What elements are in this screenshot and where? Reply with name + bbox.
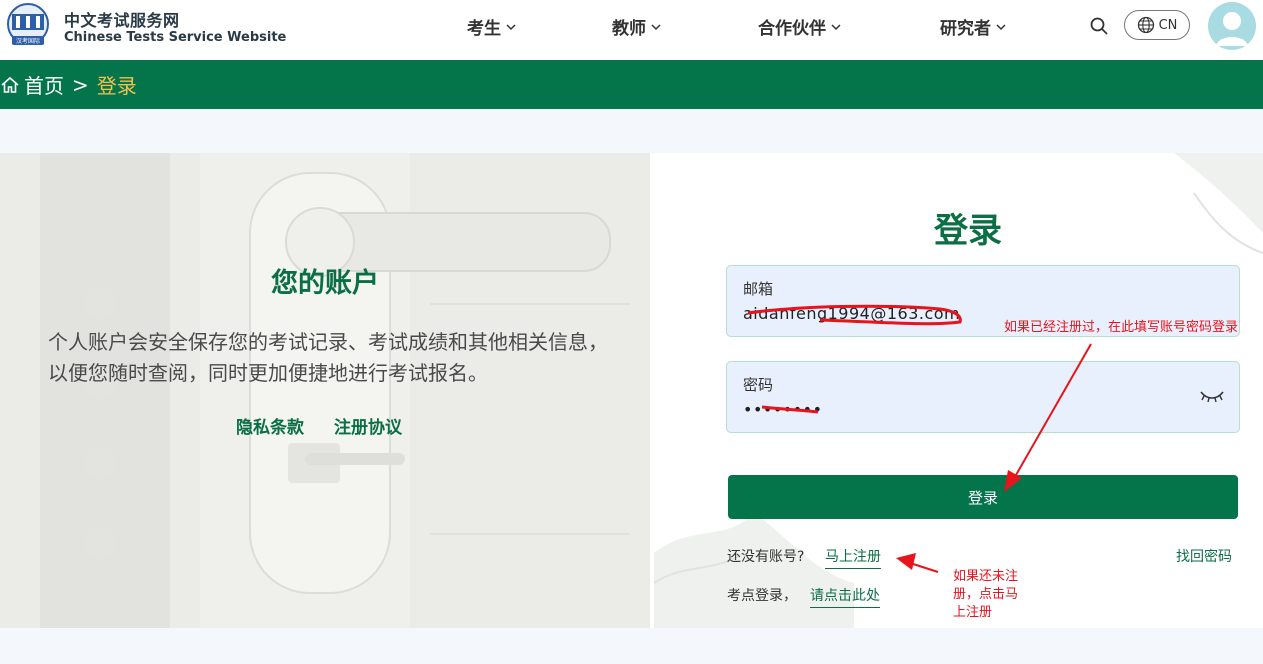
nav-teachers-label: 教师 [612,19,646,39]
password-input[interactable]: •••••••• [743,400,823,419]
breadcrumb-home[interactable]: 首页 [24,70,64,99]
nav-partners-label: 合作伙伴 [758,19,826,39]
login-button[interactable]: 登录 [728,475,1238,519]
password-label: 密码 [743,376,774,394]
forgot-password-link[interactable]: 找回密码 [1176,546,1232,568]
password-field[interactable]: 密码 •••••••• [726,361,1240,433]
login-form-card: 登录 邮箱 aidanfeng1994@163.com 密码 •••••••• … [654,153,1263,628]
nav-candidates-label: 考生 [467,19,501,39]
login-panel: 您的账户 个人账户会安全保存您的考试记录、考试成绩和其他相关信息，以便您随时查阅… [0,153,1263,628]
email-label: 邮箱 [743,280,774,298]
login-title: 登录 [934,211,1002,251]
nav-partners[interactable]: 合作伙伴 [758,14,842,39]
chevron-down-icon [506,23,516,30]
chevron-down-icon [651,23,661,30]
nav-teachers[interactable]: 教师 [612,14,662,39]
language-label: CN [1158,17,1178,33]
site-title-zh: 中文考试服务网 [64,11,180,30]
register-annotation-line-2: 册，点击马 [953,587,1019,602]
search-icon[interactable] [1089,16,1109,36]
account-title: 您的账户 [271,268,379,299]
logo-icon[interactable]: 汉考国际 [0,2,56,48]
nav-researchers-label: 研究者 [940,19,991,39]
register-annotation-line-3: 上注册 [953,605,993,620]
register-link[interactable]: 马上注册 [825,546,881,569]
test-center-login-link[interactable]: 请点击此处 [810,585,880,608]
nav-researchers[interactable]: 研究者 [940,14,1007,39]
register-annotation-line-1: 如果还未注 [953,569,1019,584]
door-lock-background-image [0,153,650,628]
language-switcher[interactable]: CN [1124,10,1190,40]
site-title-en: Chinese Tests Service Website [64,30,287,45]
privacy-link[interactable]: 隐私条款 [236,413,304,438]
chevron-down-icon [996,23,1006,30]
breadcrumb-separator: > [72,72,89,97]
account-info-card: 您的账户 个人账户会安全保存您的考试记录、考试成绩和其他相关信息，以便您随时查阅… [0,153,650,628]
home-icon[interactable] [0,75,20,95]
breadcrumb-current: 登录 [96,74,137,98]
login-annotation-note: 如果已经注册过，在此填写账号密码登录 [1004,320,1239,335]
logo-badge-text: 汉考国际 [16,37,40,45]
email-input[interactable]: aidanfeng1994@163.com [743,304,960,323]
breadcrumb: 首页 > 登录 [0,60,1263,109]
chevron-down-icon [831,23,841,30]
eye-closed-icon[interactable] [1199,388,1225,404]
user-icon [1216,12,1248,46]
top-header: 汉考国际 中文考试服务网 Chinese Tests Service Websi… [0,0,1263,60]
test-center-login-text: 考点登录， [727,588,797,604]
no-account-text: 还没有账号? [727,549,805,565]
agreement-link[interactable]: 注册协议 [334,413,402,438]
account-description: 个人账户会安全保存您的考试记录、考试成绩和其他相关信息，以便您随时查阅，同时更加… [48,330,608,385]
globe-icon [1137,16,1154,34]
avatar[interactable] [1208,2,1256,50]
nav-candidates[interactable]: 考生 [467,14,517,39]
